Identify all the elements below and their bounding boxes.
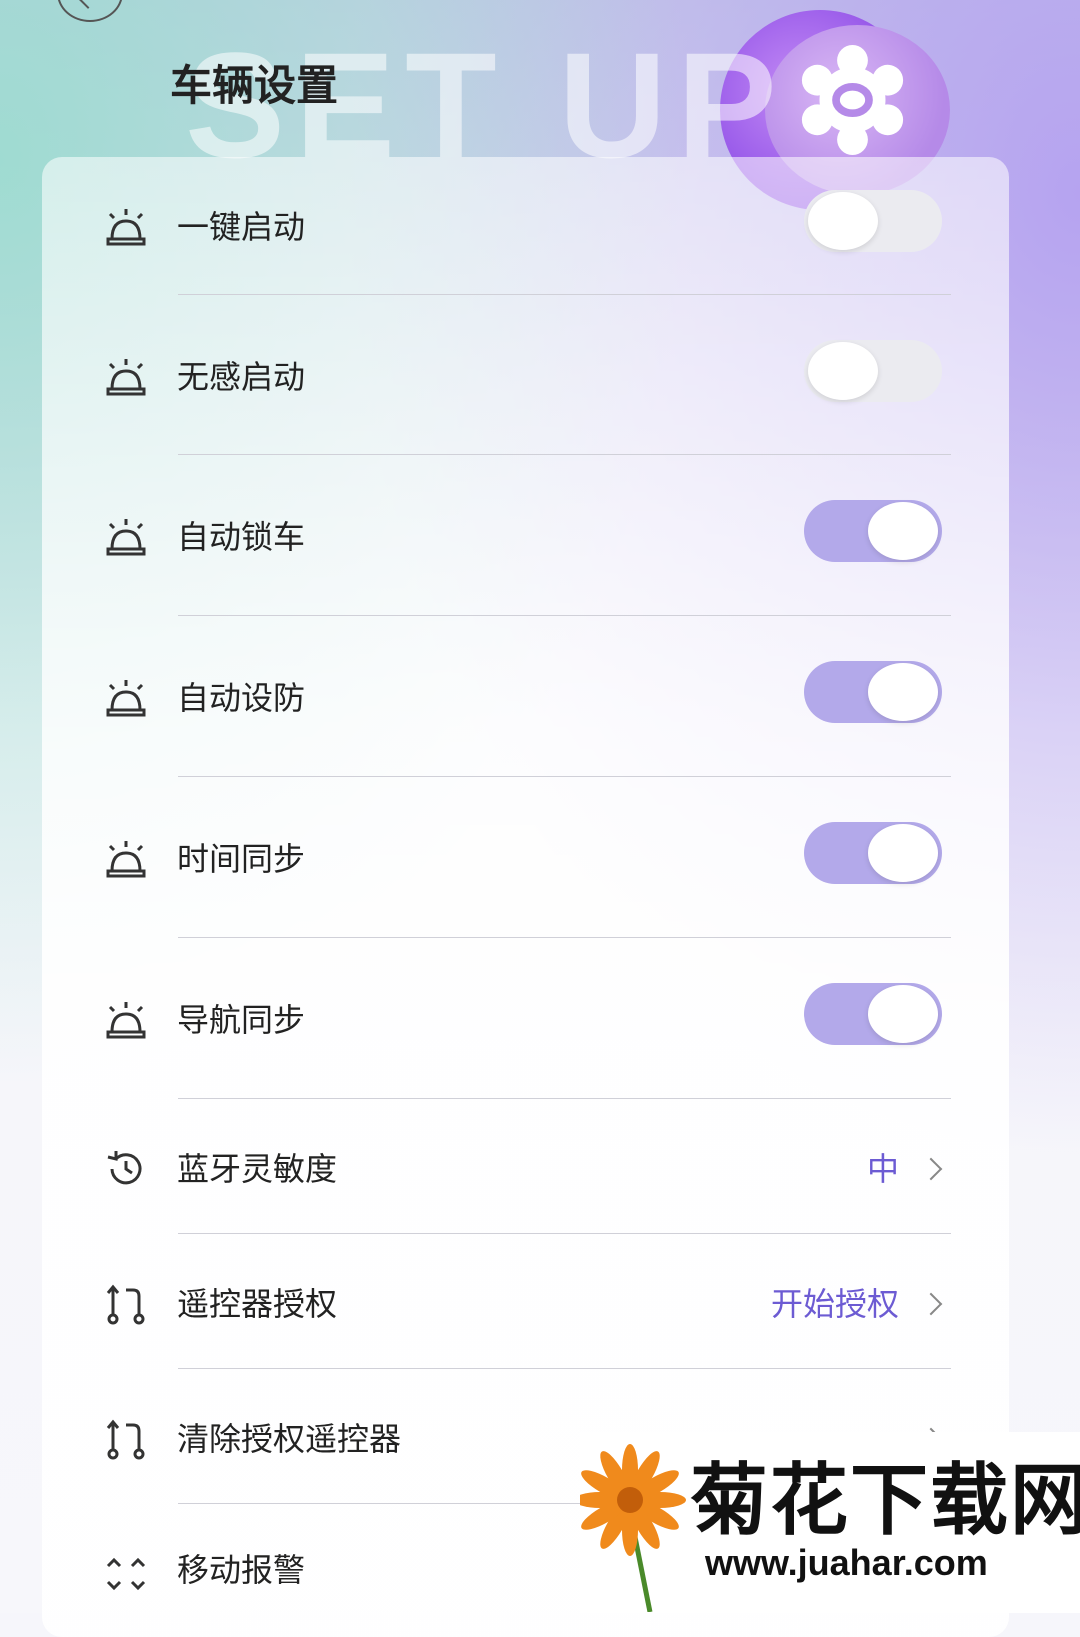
motion-alarm-icon xyxy=(106,1557,146,1591)
setting-label: 一键启动 xyxy=(177,208,306,246)
one-key-start-toggle[interactable] xyxy=(804,190,942,252)
remote-auth-icon xyxy=(106,1419,145,1460)
alarm-light-icon xyxy=(106,359,146,396)
nav-sync-toggle[interactable] xyxy=(804,983,942,1045)
toggle-knob xyxy=(808,192,878,250)
setting-label: 时间同步 xyxy=(177,840,306,878)
toggle-knob xyxy=(868,502,938,560)
gear-icon xyxy=(801,45,904,155)
setting-row-remote-auth[interactable]: 遥控器授权 开始授权 xyxy=(42,1234,1009,1369)
chevron-right-icon xyxy=(919,1157,943,1181)
setting-label: 自动锁车 xyxy=(177,518,306,556)
alarm-light-icon xyxy=(106,680,146,717)
setting-row-time-sync: 时间同步 xyxy=(42,777,1009,938)
setting-row-keyless-start: 无感启动 xyxy=(42,295,1009,455)
setting-row-auto-arm: 自动设防 xyxy=(42,616,1009,777)
alarm-light-icon xyxy=(106,209,146,246)
alarm-light-icon xyxy=(106,1002,146,1039)
watermark-title: 菊花下载网 xyxy=(690,1456,1080,1546)
bluetooth-sensitivity-icon xyxy=(107,1151,142,1185)
toggle-knob xyxy=(808,342,878,400)
watermark-url: www.juahar.com xyxy=(705,1542,988,1583)
auto-lock-toggle[interactable] xyxy=(804,500,942,562)
page-title: 车辆设置 xyxy=(170,61,339,110)
start-authorization-link[interactable]: 开始授权 xyxy=(771,1284,899,1324)
bluetooth-sensitivity-value: 中 xyxy=(866,1150,899,1188)
keyless-start-toggle[interactable] xyxy=(804,340,942,402)
flower-logo-icon xyxy=(580,1444,686,1612)
site-watermark: 菊花下载网 www.juahar.com xyxy=(580,1432,1080,1613)
setting-row-auto-lock: 自动锁车 xyxy=(42,455,1009,616)
toggle-knob xyxy=(868,985,938,1043)
time-sync-toggle[interactable] xyxy=(804,822,942,884)
setting-label: 导航同步 xyxy=(177,1001,306,1039)
auto-arm-toggle[interactable] xyxy=(804,661,942,723)
setting-row-nav-sync: 导航同步 xyxy=(42,938,1009,1099)
chevron-right-icon xyxy=(919,1292,943,1316)
setting-label: 自动设防 xyxy=(177,679,306,717)
setting-label: 蓝牙灵敏度 xyxy=(177,1150,338,1188)
setting-label: 移动报警 xyxy=(177,1551,306,1589)
toggle-knob xyxy=(868,663,938,721)
setting-label: 清除授权遥控器 xyxy=(177,1420,402,1458)
setting-label: 遥控器授权 xyxy=(177,1285,338,1323)
alarm-light-icon xyxy=(106,519,146,556)
toggle-knob xyxy=(868,824,938,882)
setting-row-bluetooth-sensitivity[interactable]: 蓝牙灵敏度 中 xyxy=(42,1099,1009,1234)
setting-row-one-key-start: 一键启动 xyxy=(42,157,1009,295)
setting-label: 无感启动 xyxy=(177,358,306,396)
alarm-light-icon xyxy=(106,841,146,878)
remote-auth-icon xyxy=(106,1284,145,1325)
